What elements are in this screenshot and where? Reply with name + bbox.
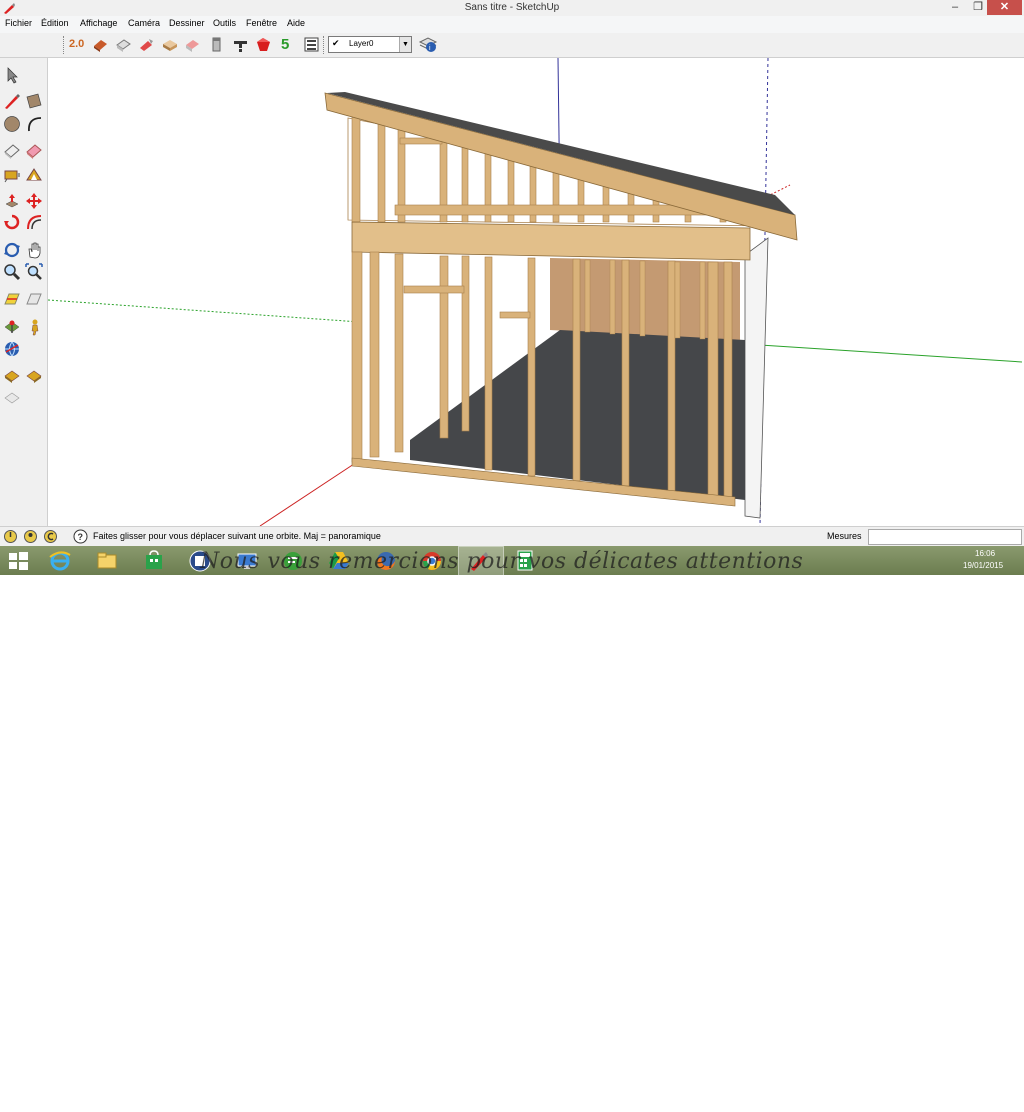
model-viewport[interactable]	[48, 58, 1022, 526]
network-icon[interactable]: ▤	[922, 1098, 931, 1109]
keyboard-icon[interactable]	[854, 1100, 878, 1112]
rectangle-icon[interactable]	[25, 92, 43, 110]
pencil-icon[interactable]	[3, 92, 21, 110]
license-icon[interactable]	[43, 529, 58, 544]
file-explorer-icon[interactable]	[95, 549, 119, 572]
look-around-icon[interactable]	[3, 318, 21, 336]
chevron-down-icon[interactable]: ▼	[399, 37, 411, 52]
styles-icon[interactable]	[184, 36, 201, 53]
menu-affichage[interactable]: Affichage	[80, 18, 117, 28]
clock-time[interactable]: 16:06	[975, 549, 995, 558]
pan-icon[interactable]	[25, 241, 43, 259]
axis-green-dashed	[48, 299, 361, 323]
walk-icon[interactable]	[25, 290, 43, 308]
sandbox2-icon[interactable]	[25, 367, 43, 385]
select-icon[interactable]	[3, 66, 21, 84]
sketchup-2-icon[interactable]: 2.0	[69, 38, 86, 55]
sandbox3-icon[interactable]	[3, 389, 21, 407]
layer-manager-icon[interactable]: i	[418, 35, 438, 53]
move-icon[interactable]	[25, 192, 43, 210]
layer-value: Layer0	[349, 39, 374, 48]
layers-panel-icon[interactable]	[303, 36, 320, 53]
left-toolbar	[0, 58, 48, 526]
close-button[interactable]: ✕	[987, 0, 1022, 15]
tape-icon[interactable]	[3, 165, 21, 183]
zoom-extents-icon[interactable]	[25, 263, 43, 281]
tap-icon[interactable]	[232, 36, 249, 53]
watermark-text: Nous vous remercions pour vos délicates …	[200, 549, 804, 574]
protractor-icon[interactable]	[25, 165, 43, 183]
help-icon[interactable]: ?	[73, 529, 88, 544]
menu-dessiner[interactable]: Dessiner	[169, 18, 205, 28]
component-icon[interactable]	[161, 36, 178, 53]
offset-icon[interactable]	[25, 213, 43, 231]
internet-explorer-icon[interactable]	[48, 549, 72, 572]
circle-icon[interactable]	[3, 115, 21, 133]
menu-edition[interactable]: Édition	[41, 18, 69, 28]
geolocation-icon[interactable]	[3, 529, 18, 544]
rotate-icon[interactable]	[3, 213, 21, 231]
position-camera-icon[interactable]	[25, 318, 43, 336]
orbit-icon[interactable]	[3, 241, 21, 259]
red-gem-icon[interactable]	[255, 36, 272, 53]
menu-bar: Fichier Édition Affichage Caméra Dessine…	[0, 16, 1024, 33]
push-pull-icon[interactable]	[3, 192, 21, 210]
battery-icon[interactable]: ▮	[904, 1098, 910, 1109]
layer-tool-icon[interactable]	[208, 36, 225, 53]
sandbox-icon[interactable]	[3, 367, 21, 385]
paint-bucket-icon[interactable]	[25, 142, 43, 160]
layer-visible-check[interactable]: ✔	[332, 38, 340, 49]
credits-icon[interactable]	[23, 529, 38, 544]
model-canvas[interactable]	[48, 58, 1022, 526]
menu-aide[interactable]: Aide	[287, 18, 305, 28]
share-model-icon[interactable]	[115, 36, 132, 53]
status-bar: ? Faites glisser pour vous déplacer suiv…	[0, 526, 1024, 547]
menu-outils[interactable]: Outils	[213, 18, 236, 28]
measures-label: Mesures	[827, 531, 862, 541]
clock-date[interactable]: 19/01/2015	[963, 561, 1003, 570]
store-icon[interactable]	[142, 549, 166, 572]
status-hint: Faites glisser pour vous déplacer suivan…	[93, 531, 381, 541]
section-icon[interactable]	[3, 290, 21, 308]
menu-fenetre[interactable]: Fenêtre	[246, 18, 277, 28]
volume-icon[interactable]: ◂	[940, 1098, 945, 1109]
svg-text:?: ?	[78, 532, 84, 542]
zoom-icon[interactable]	[3, 263, 21, 281]
windows-start-icon[interactable]	[6, 549, 30, 572]
menu-camera[interactable]: Caméra	[128, 18, 160, 28]
title-bar: Sans titre - SketchUp ‒ ❐ ✕	[0, 0, 1024, 17]
window-title: Sans titre - SketchUp	[464, 2, 560, 13]
eraser-icon[interactable]	[3, 142, 21, 160]
side-wall	[744, 237, 769, 519]
five-icon[interactable]: 5	[281, 36, 298, 53]
tray-chevron-icon[interactable]: ▴	[888, 1098, 893, 1109]
warehouse-icon[interactable]	[92, 36, 109, 53]
top-toolbar: 2.0 5	[0, 33, 1024, 58]
extension-warehouse-icon[interactable]	[138, 36, 155, 53]
measures-field[interactable]	[868, 529, 1022, 545]
axis-red	[259, 459, 361, 526]
header-beam	[351, 221, 751, 261]
globe-icon[interactable]	[3, 340, 21, 358]
arc-icon[interactable]	[25, 115, 43, 133]
axis-green	[759, 344, 1022, 363]
menu-fichier[interactable]: Fichier	[5, 18, 32, 28]
layer-dropdown[interactable]: ✔ Layer0 ▼	[328, 36, 412, 53]
